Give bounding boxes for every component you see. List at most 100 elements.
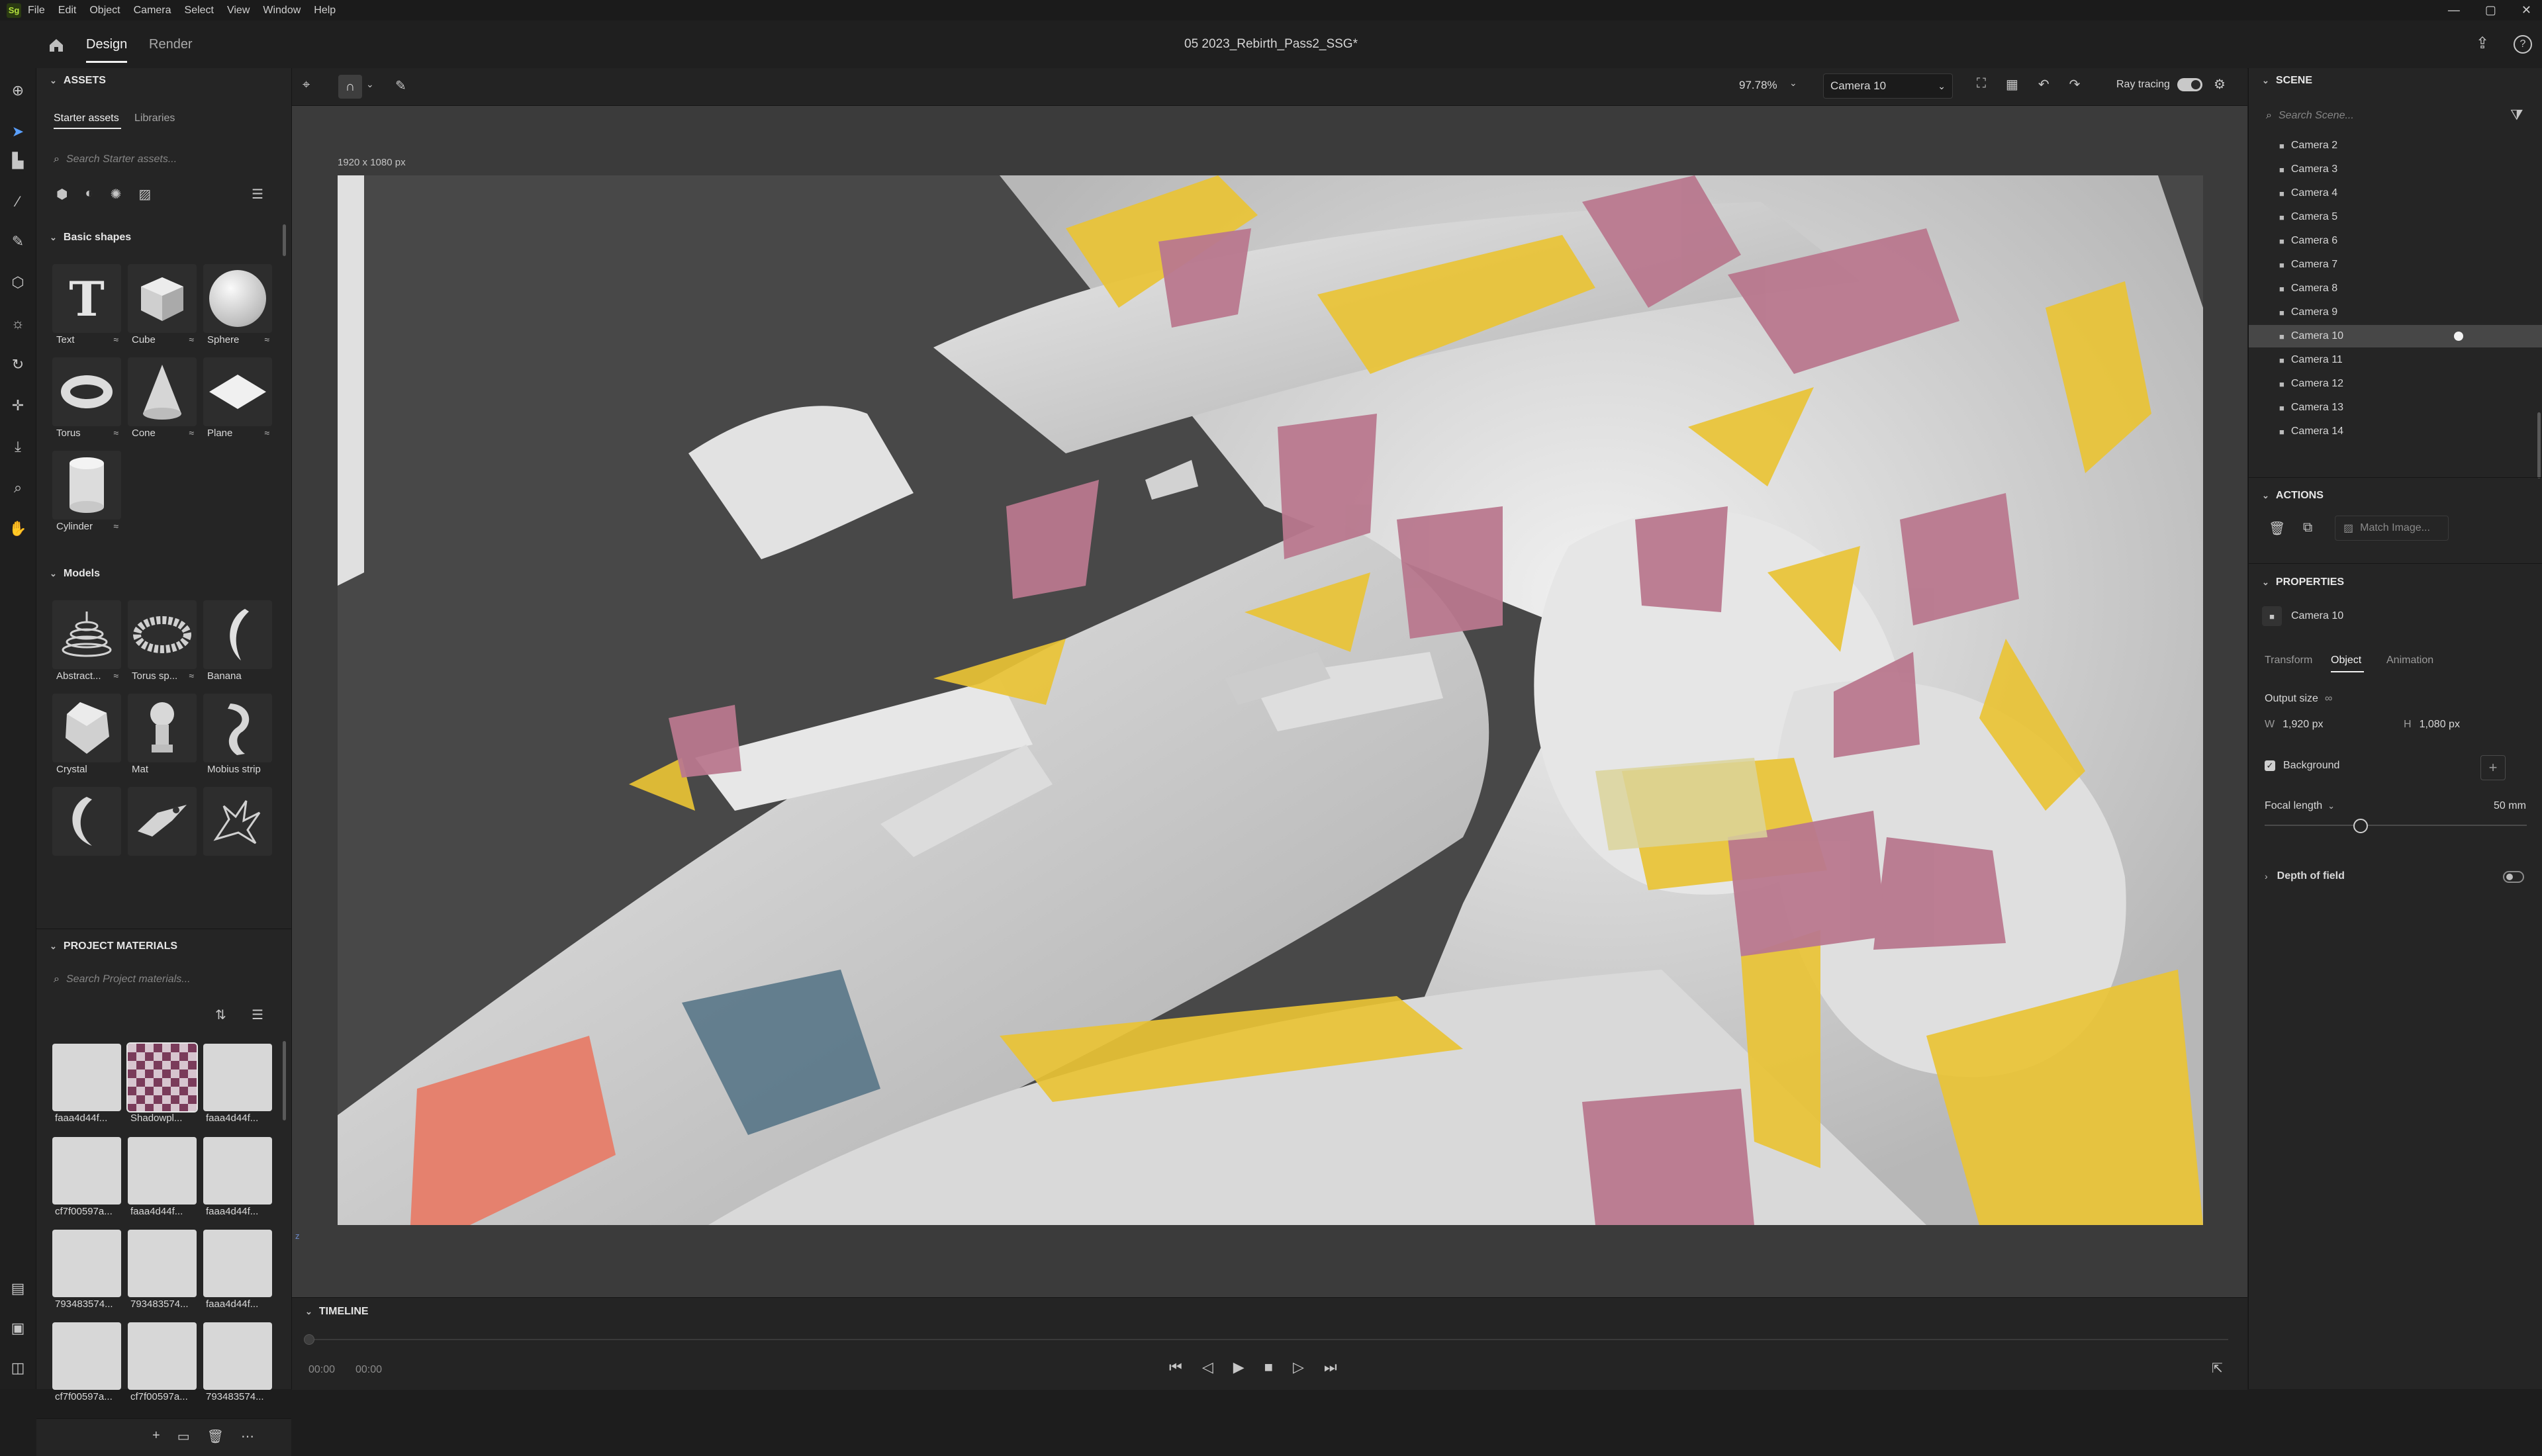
material-swatch[interactable]: faaa4d44f... [203, 1137, 272, 1222]
materials-scrollbar[interactable] [283, 1041, 286, 1120]
scene-item-camera-14[interactable]: ■ Camera 14 [2249, 420, 2542, 443]
assets-header[interactable]: ⌄ ASSETS [50, 75, 106, 87]
assets-scrollbar[interactable] [283, 224, 286, 256]
step-forward-icon[interactable]: ▷ [1293, 1359, 1304, 1376]
focal-length-row[interactable]: Focal length ⌄ [2265, 800, 2335, 812]
properties-header[interactable]: ⌄ PROPERTIES [2262, 576, 2344, 588]
models-filter-icon[interactable]: ⬢ [56, 186, 68, 203]
list-view-icon[interactable]: ☰ [252, 186, 263, 203]
asset-tile-cylinder[interactable]: Cylinder ≈ [52, 451, 121, 537]
toolbox-icon[interactable]: ▣ [9, 1319, 27, 1338]
home-icon[interactable] [46, 35, 66, 55]
scene-item-camera-7[interactable]: ■ Camera 7 [2249, 253, 2542, 276]
tab-object[interactable]: Object [2331, 655, 2361, 666]
transform-icon[interactable]: ⌖ [303, 77, 310, 93]
material-swatch[interactable]: faaa4d44f... [203, 1230, 272, 1314]
tab-design[interactable]: Design [86, 21, 128, 68]
orbit-icon[interactable]: ↻ [9, 355, 27, 374]
render-settings-icon[interactable]: ⚙ [2214, 76, 2226, 93]
menu-file[interactable]: File [28, 5, 45, 17]
undo-icon[interactable]: ↶ [2038, 76, 2049, 93]
material-swatch[interactable]: cf7f00597a... [52, 1137, 121, 1222]
redo-icon[interactable]: ↷ [2069, 76, 2081, 93]
material-swatch[interactable]: cf7f00597a... [128, 1322, 197, 1407]
scene-item-camera-6[interactable]: ■ Camera 6 [2249, 230, 2542, 252]
play-icon[interactable]: ▶ [1233, 1359, 1245, 1376]
materials-search[interactable]: ⌕ Search Project materials... [54, 968, 272, 991]
material-swatch[interactable]: 793483574... [52, 1230, 121, 1314]
background-checkbox[interactable]: ✓ [2265, 760, 2275, 771]
pan-hand-icon[interactable]: ✋ [9, 520, 27, 538]
add-material-icon[interactable]: + [152, 1428, 160, 1445]
asset-tile-mobius-strip[interactable]: Mobius strip [203, 694, 272, 780]
tab-starter-assets[interactable]: Starter assets [54, 113, 119, 124]
tab-transform[interactable]: Transform [2265, 655, 2312, 666]
magic-wand-icon[interactable]: ⁄ [9, 193, 27, 211]
scene-search[interactable]: ⌕ Search Scene... [2266, 105, 2478, 127]
maximize-icon[interactable]: ▢ [2485, 3, 2496, 17]
actions-header[interactable]: ⌄ ACTIONS [2262, 490, 2324, 502]
material-swatch[interactable]: faaa4d44f... [203, 1044, 272, 1128]
scene-item-camera-3[interactable]: ■ Camera 3 [2249, 158, 2542, 181]
sort-icon[interactable]: ⇅ [215, 1007, 226, 1023]
scene-item-camera-5[interactable]: ■ Camera 5 [2249, 206, 2542, 228]
material-swatch[interactable]: 793483574... [203, 1322, 272, 1407]
materials-search-input[interactable]: Search Project materials... [66, 974, 191, 985]
scene-item-camera-12[interactable]: ■ Camera 12 [2249, 373, 2542, 395]
asset-tile-cube[interactable]: Cube ≈ [128, 264, 197, 350]
material-swatch[interactable]: faaa4d44f... [52, 1044, 121, 1128]
archive-icon[interactable]: ▤ [9, 1279, 27, 1298]
list-view-icon[interactable]: ☰ [252, 1007, 263, 1023]
materials-filter-icon[interactable]: ◐ [85, 186, 93, 203]
focal-length-slider-track[interactable] [2265, 825, 2527, 826]
scene-item-camera-4[interactable]: ■ Camera 4 [2249, 182, 2542, 205]
menu-edit[interactable]: Edit [58, 5, 77, 17]
assets-search-input[interactable]: Search Starter assets... [66, 154, 177, 165]
lights-filter-icon[interactable]: ✺ [111, 186, 122, 203]
share-icon[interactable]: ⇪ [2476, 34, 2489, 53]
asset-tile-sphere[interactable]: Sphere ≈ [203, 264, 272, 350]
material-swatch[interactable]: 793483574... [128, 1230, 197, 1314]
add-background-button[interactable]: + [2480, 755, 2506, 780]
timeline-track[interactable] [308, 1339, 2228, 1340]
material-swatch[interactable]: faaa4d44f... [128, 1137, 197, 1222]
depth-of-field-toggle[interactable] [2503, 871, 2524, 883]
material-swatch[interactable]: cf7f00597a... [52, 1322, 121, 1407]
menu-window[interactable]: Window [263, 5, 301, 17]
light-icon[interactable]: ☼ [9, 314, 27, 333]
more-icon[interactable]: ⋯ [241, 1428, 254, 1445]
drop-icon[interactable]: ⤓ [9, 437, 27, 456]
link-icon[interactable]: ∞ [2325, 693, 2332, 705]
export-icon[interactable]: ⇱ [2212, 1360, 2223, 1377]
edit-icon[interactable]: ✎ [395, 77, 406, 94]
add-icon[interactable]: ⊕ [9, 81, 27, 100]
skip-start-icon[interactable]: ⏮ [1169, 1359, 1182, 1376]
menu-view[interactable]: View [227, 5, 250, 17]
filter-icon[interactable]: ⧩ [2510, 107, 2523, 124]
delete-icon[interactable]: 🗑 [2269, 520, 2285, 537]
asset-tile-model-7[interactable] [52, 787, 121, 873]
object-icon[interactable]: ⬡ [9, 273, 27, 292]
scene-scrollbar[interactable] [2537, 412, 2541, 478]
tab-render[interactable]: Render [149, 21, 193, 68]
trash-icon[interactable]: 🗑 [207, 1428, 224, 1445]
duplicate-icon[interactable]: ⧉ [2303, 520, 2312, 535]
zoom-level[interactable]: 97.78% [1739, 79, 1777, 92]
scene-tool-icon[interactable]: ▙ [9, 152, 27, 170]
asset-tile-banana[interactable]: Banana [203, 600, 272, 686]
height-field[interactable]: H 1,080 px [2404, 719, 2460, 731]
chevron-down-icon[interactable]: ⌄ [366, 79, 374, 90]
scene-header[interactable]: ⌄ SCENE [2262, 75, 2312, 87]
ray-tracing-toggle[interactable] [2177, 78, 2202, 91]
menu-camera[interactable]: Camera [134, 5, 171, 17]
asset-tile-mat[interactable]: Mat [128, 694, 197, 780]
scene-item-camera-9[interactable]: ■ Camera 9 [2249, 301, 2542, 324]
step-back-icon[interactable]: ◁ [1202, 1359, 1213, 1376]
minimize-icon[interactable]: — [2448, 3, 2460, 17]
asset-tile-plane[interactable]: Plane ≈ [203, 357, 272, 443]
scene-item-camera-11[interactable]: ■ Camera 11 [2249, 349, 2542, 371]
select-tool-icon[interactable]: ➤ [9, 122, 27, 141]
camera-select[interactable]: Camera 10 ⌄ [1823, 73, 1953, 99]
tab-libraries[interactable]: Libraries [134, 113, 175, 124]
folder-icon[interactable]: ▭ [177, 1428, 190, 1445]
